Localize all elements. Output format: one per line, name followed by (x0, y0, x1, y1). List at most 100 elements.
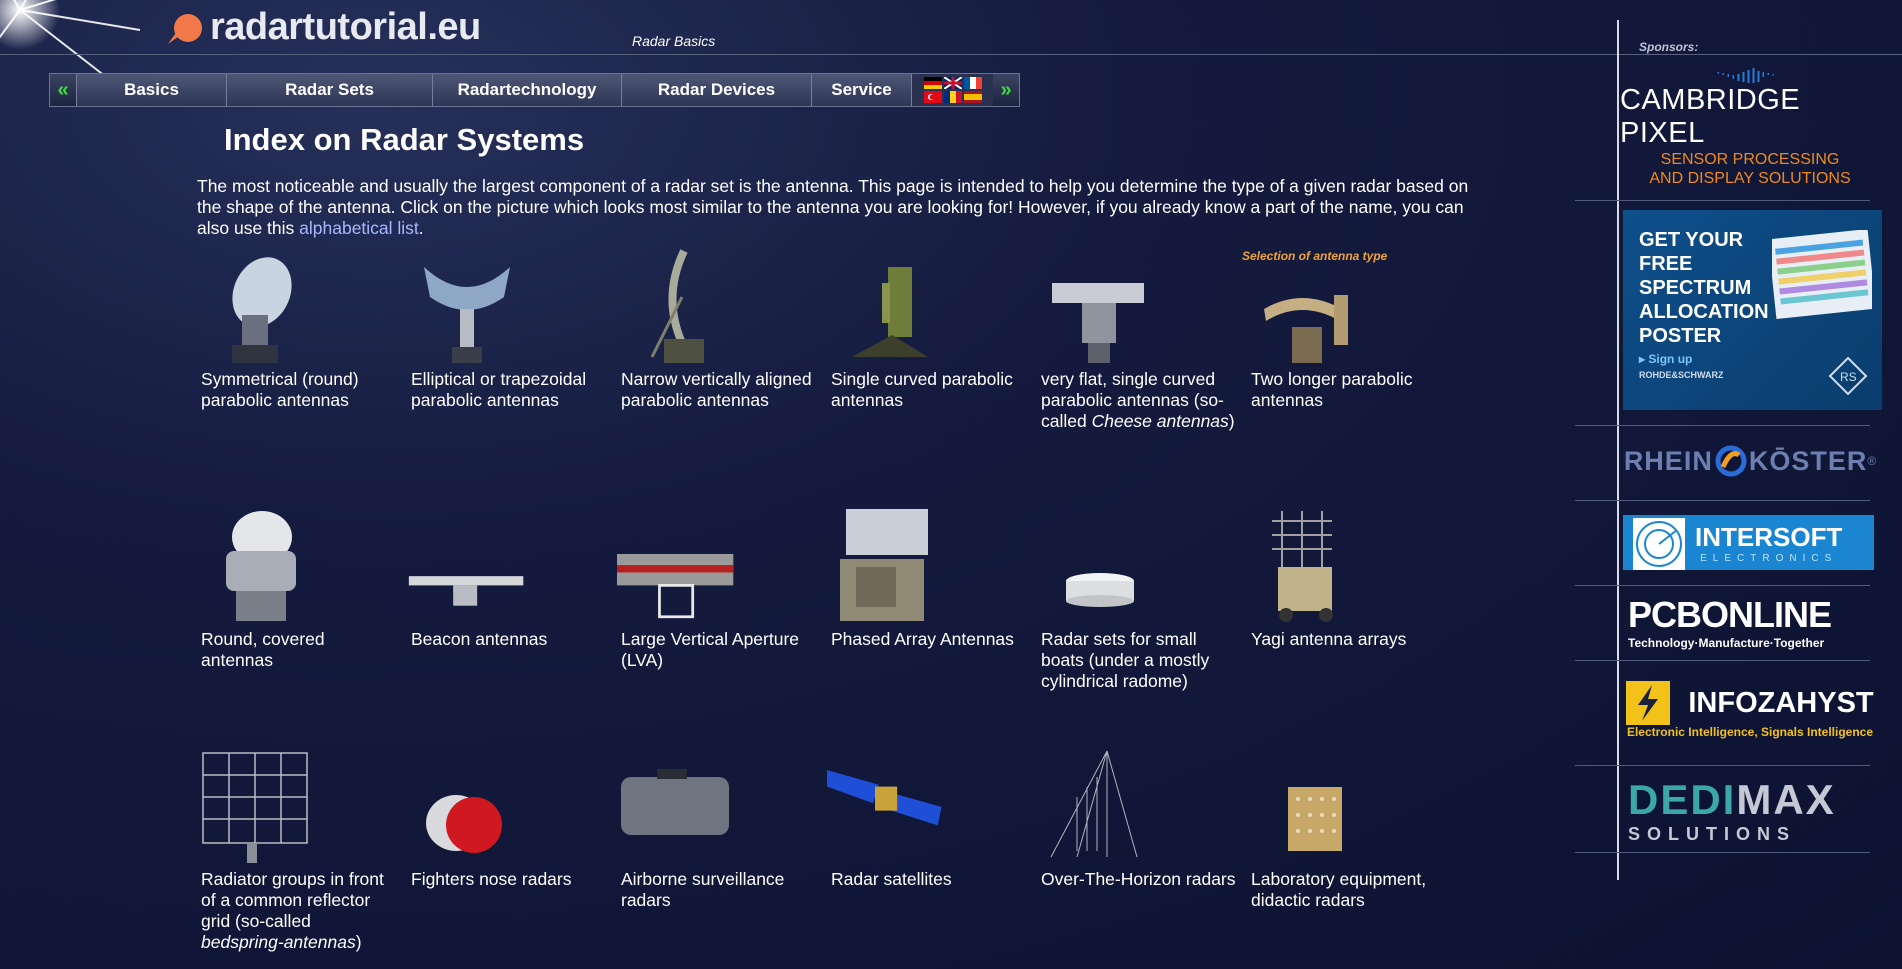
sponsor-rule (1575, 425, 1870, 426)
antenna-caption: Single curved parabolic antennas (831, 369, 1013, 410)
antenna-type-two-longer-parabolic[interactable]: Two longer parabolic antennas (1247, 245, 1447, 411)
rhein-koster-name-1: RHEIN (1623, 445, 1713, 476)
cambridge-pixel-bars-icon (1717, 68, 1774, 83)
flag-german-icon[interactable] (923, 77, 942, 89)
dedimax-sub: SOLUTIONS (1628, 823, 1797, 844)
nav-item-radar-sets[interactable]: Radar Sets (226, 74, 432, 106)
radar-logo-icon (164, 10, 204, 46)
rs-brand-name: ROHDE&SCHWARZ (1639, 370, 1724, 380)
antenna-type-lva[interactable]: Large Vertical Aperture (LVA) (617, 505, 817, 671)
antenna-type-symmetrical-parabolic[interactable]: Symmetrical (round) parabolic antennas (197, 245, 397, 411)
flag-turkish-icon[interactable] (923, 91, 942, 103)
pcbonline-tagline: Technology·Manufacture·Together (1628, 636, 1825, 650)
antenna-type-bedspring[interactable]: Radiator groups in front of a common ref… (197, 745, 397, 953)
sponsor-infozahyst[interactable]: INFOZAHYST Electronic Intelligence, Sign… (1620, 670, 1880, 750)
sponsor-rohde-schwarz[interactable]: GET YOUR FREE SPECTRUM ALLOCATION POSTER… (1623, 210, 1882, 410)
sponsor-rule (1575, 585, 1870, 586)
sponsors-label: Sponsors: (1639, 40, 1699, 54)
antenna-caption: Yagi antenna arrays (1251, 629, 1407, 649)
page-title: Index on Radar Systems (224, 122, 585, 157)
antenna-type-yagi-arrays[interactable]: Yagi antenna arrays (1247, 505, 1447, 650)
fighter-nose-radar-image (407, 745, 527, 865)
rohde-schwarz-logo-icon: RS (1828, 356, 1868, 396)
antenna-caption: Narrow vertically aligned parabolic ante… (621, 369, 812, 410)
site-name: radartutorial.eu (210, 6, 481, 48)
flag-english-icon[interactable] (943, 77, 962, 89)
cambridge-pixel-name: CAMBRIDGE PIXEL (1620, 84, 1801, 149)
antenna-type-elliptical-parabolic[interactable]: Elliptical or trapezoidal parabolic ante… (407, 245, 607, 411)
intersoft-name: INTERSOFT (1695, 521, 1843, 552)
antenna-type-fighter-nose[interactable]: Fighters nose radars (407, 745, 607, 890)
infozahyst-tagline: Electronic Intelligence, Signals Intelli… (1626, 725, 1874, 739)
small-boat-radome-image (1037, 505, 1157, 625)
rs-poster-title: GET YOUR FREE SPECTRUM ALLOCATION POSTER (1639, 229, 1769, 347)
antenna-type-radar-satellites[interactable]: Radar satellites (827, 745, 1027, 890)
sponsor-pcbonline[interactable]: PCBONLINE Technology·Manufacture·Togethe… (1620, 592, 1880, 652)
antenna-caption: Symmetrical (round) parabolic antennas (201, 369, 359, 410)
nav-prev-button[interactable]: « (50, 74, 76, 106)
antenna-caption: Airborne surveillance radars (621, 869, 785, 910)
flag-spanish-icon[interactable] (963, 91, 982, 103)
language-flags[interactable] (911, 74, 993, 106)
spectrum-poster-thumbnail-icon (1772, 230, 1872, 320)
alphabetical-list-link[interactable]: alphabetical list (299, 218, 419, 238)
section-label: Radar Basics (632, 33, 716, 49)
nav-item-radar-devices[interactable]: Radar Devices (621, 74, 811, 106)
sponsor-rule (1575, 660, 1870, 661)
antenna-caption: Elliptical or trapezoidal parabolic ante… (411, 369, 587, 410)
nav-item-radartechnology[interactable]: Radartechnology (432, 74, 621, 106)
sponsor-intersoft[interactable]: INTERSOFT ELECTRONICS (1623, 515, 1874, 570)
rhein-koster-name-2: KŌSTER (1748, 445, 1868, 476)
antenna-caption: Two longer parabolic antennas (1251, 369, 1413, 410)
antenna-caption: Radar sets for small boats (under a most… (1041, 629, 1210, 691)
flag-french-icon[interactable] (963, 77, 982, 89)
intersoft-radar-icon (1633, 517, 1685, 570)
dedimax-name-2: MAX (1736, 775, 1836, 823)
airborne-surveillance-radar-image (617, 745, 737, 865)
radar-satellite-image (827, 745, 947, 865)
cheese-antenna-image (1037, 245, 1157, 365)
yagi-antenna-image (1247, 505, 1367, 625)
rhein-koster-mark: ® (1867, 454, 1877, 468)
round-covered-antenna-image (197, 505, 317, 625)
nav-next-button[interactable]: » (993, 74, 1019, 106)
antenna-type-narrow-vertical-parabolic[interactable]: Narrow vertically aligned parabolic ante… (617, 245, 817, 411)
main-nav: « Basics Radar Sets Radartechnology Rada… (49, 73, 1020, 107)
antenna-type-phased-array[interactable]: Phased Array Antennas (827, 505, 1027, 650)
antenna-type-cheese-antennas[interactable]: very flat, single curved parabolic anten… (1037, 245, 1237, 432)
cambridge-pixel-tagline-1: SENSOR PROCESSING (1660, 151, 1840, 168)
infozahyst-name: INFOZAHYST (1688, 686, 1874, 719)
sponsor-rhein-koster[interactable]: RHEIN KŌSTER ® (1620, 436, 1880, 486)
narrow-vertical-parabolic-antenna-image (617, 245, 737, 365)
rhein-koster-swirl-icon (1715, 445, 1747, 477)
antenna-type-single-curved-parabolic[interactable]: Single curved parabolic antennas (827, 245, 1027, 411)
antenna-type-over-the-horizon[interactable]: Over-The-Horizon radars (1037, 745, 1237, 890)
sponsor-divider (1617, 20, 1619, 880)
laboratory-radar-image (1247, 745, 1367, 865)
sponsor-rule (1575, 765, 1870, 766)
antenna-caption: Phased Array Antennas (831, 629, 1014, 649)
phased-array-antenna-image (827, 505, 947, 625)
sponsor-cambridge-pixel[interactable]: CAMBRIDGE PIXEL SENSOR PROCESSING AND DI… (1620, 68, 1880, 188)
antenna-type-beacon[interactable]: Beacon antennas (407, 505, 607, 650)
single-curved-parabolic-antenna-image (827, 245, 947, 365)
antenna-caption: Radar satellites (831, 869, 952, 889)
antenna-type-small-boat-radome[interactable]: Radar sets for small boats (under a most… (1037, 505, 1237, 692)
nav-item-basics[interactable]: Basics (76, 74, 226, 106)
svg-text:RS: RS (1840, 370, 1857, 384)
sponsor-dedimax[interactable]: DEDIMAX SOLUTIONS (1620, 775, 1880, 845)
antenna-type-airborne-surveillance[interactable]: Airborne surveillance radars (617, 745, 817, 911)
flag-romanian-icon[interactable] (943, 91, 962, 103)
site-logo[interactable]: radartutorial.eu (164, 6, 481, 49)
antenna-caption: Large Vertical Aperture (LVA) (621, 629, 800, 670)
antenna-caption: Radiator groups in front of a common ref… (201, 869, 384, 952)
nav-item-service[interactable]: Service (811, 74, 911, 106)
lva-antenna-image (617, 505, 737, 625)
antenna-type-laboratory-didactic[interactable]: Laboratory equipment, didactic radars (1247, 745, 1447, 911)
bedspring-antenna-image (197, 745, 317, 865)
symmetrical-parabolic-antenna-image (197, 245, 317, 365)
antenna-caption: Fighters nose radars (411, 869, 572, 889)
dedimax-name-1: DEDI (1628, 775, 1737, 823)
two-longer-parabolic-antenna-image (1247, 245, 1367, 365)
antenna-type-round-covered[interactable]: Round, covered antennas (197, 505, 397, 671)
